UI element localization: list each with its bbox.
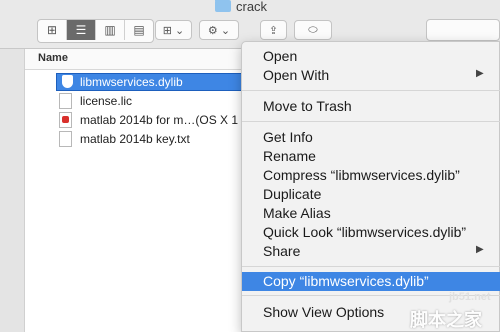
file-name: libmwservices.dylib (80, 75, 183, 89)
menu-item-share[interactable]: Share ▶ (242, 242, 500, 261)
view-mode-segmented-control: ⊞ ☰ ▥ ▤ (37, 19, 154, 43)
watermark-logo: 脚本之家 (410, 310, 482, 330)
text-file-icon (59, 131, 72, 147)
dylib-file-icon (62, 75, 73, 88)
file-name: matlab 2014b key.txt (80, 132, 190, 146)
list-view-icon[interactable]: ☰ (67, 20, 96, 40)
pdf-icon (59, 112, 72, 128)
share-button[interactable]: ⇪ (260, 20, 287, 40)
submenu-arrow-icon: ▶ (476, 244, 484, 255)
window-title-text: crack (236, 0, 268, 14)
menu-separator (242, 121, 500, 122)
arrange-button[interactable]: ⊞ ⌄ (155, 20, 192, 40)
menu-item-compress[interactable]: Compress “libmwservices.dylib” (242, 166, 500, 185)
watermark-url: jb51.net (449, 291, 491, 303)
menu-separator (242, 90, 500, 91)
menu-item-open[interactable]: Open (242, 47, 500, 66)
column-header-name[interactable]: Name (38, 52, 68, 64)
menu-item-move-to-trash[interactable]: Move to Trash (242, 97, 500, 116)
file-name: matlab 2014b for m…(OS X 1 (80, 113, 239, 127)
menu-item-rename[interactable]: Rename (242, 147, 500, 166)
file-name: license.lic (80, 94, 133, 108)
menu-item-open-with[interactable]: Open With ▶ (242, 66, 500, 85)
folder-icon (215, 0, 231, 12)
search-field[interactable] (426, 19, 500, 41)
action-gear-button[interactable]: ⚙ ⌄ (199, 20, 239, 40)
menu-item-quick-look[interactable]: Quick Look “libmwservices.dylib” (242, 223, 500, 242)
menu-separator (242, 266, 500, 267)
document-icon (59, 93, 72, 109)
coverflow-view-icon[interactable]: ▤ (125, 20, 153, 40)
context-menu: Open Open With ▶ Move to Trash Get Info R… (241, 41, 500, 332)
submenu-arrow-icon: ▶ (476, 68, 484, 79)
tag-button[interactable]: ⬭ (294, 20, 332, 40)
menu-item-duplicate[interactable]: Duplicate (242, 185, 500, 204)
menu-item-copy[interactable]: Copy “libmwservices.dylib” (242, 272, 500, 291)
icon-view-icon[interactable]: ⊞ (38, 20, 67, 40)
sidebar (0, 49, 25, 332)
menu-item-make-alias[interactable]: Make Alias (242, 204, 500, 223)
window-title: crack (215, 0, 267, 14)
menu-item-get-info[interactable]: Get Info (242, 128, 500, 147)
column-view-icon[interactable]: ▥ (96, 20, 125, 40)
